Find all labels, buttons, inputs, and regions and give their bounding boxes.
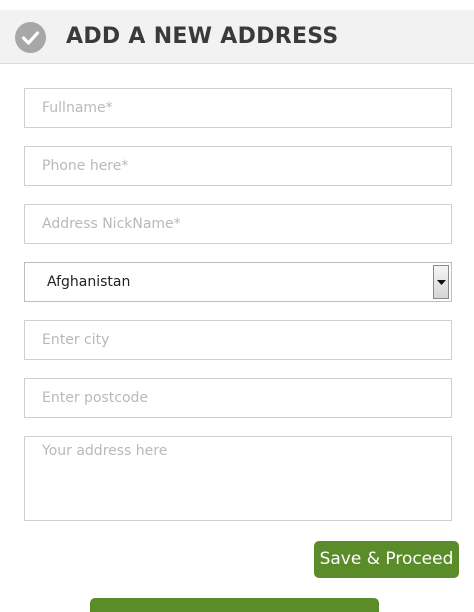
save-proceed-button[interactable]: Save & Proceed — [314, 541, 459, 578]
country-select-value: Afghanistan — [47, 274, 131, 290]
fullname-input[interactable] — [24, 88, 452, 128]
phone-input[interactable] — [24, 146, 452, 186]
page-title: ADD A NEW ADDRESS — [66, 24, 339, 49]
page-header: ADD A NEW ADDRESS — [0, 10, 474, 64]
address-textarea[interactable] — [24, 436, 452, 521]
city-input[interactable] — [24, 320, 452, 360]
check-circle-icon — [15, 22, 46, 53]
add-address-page: ADD A NEW ADDRESS Afghanistan Save & Pro… — [0, 0, 474, 612]
bottom-action-button[interactable] — [90, 598, 379, 612]
country-select[interactable]: Afghanistan — [24, 262, 452, 302]
address-nickname-input[interactable] — [24, 204, 452, 244]
postcode-input[interactable] — [24, 378, 452, 418]
dropdown-arrow-icon[interactable] — [433, 265, 449, 299]
